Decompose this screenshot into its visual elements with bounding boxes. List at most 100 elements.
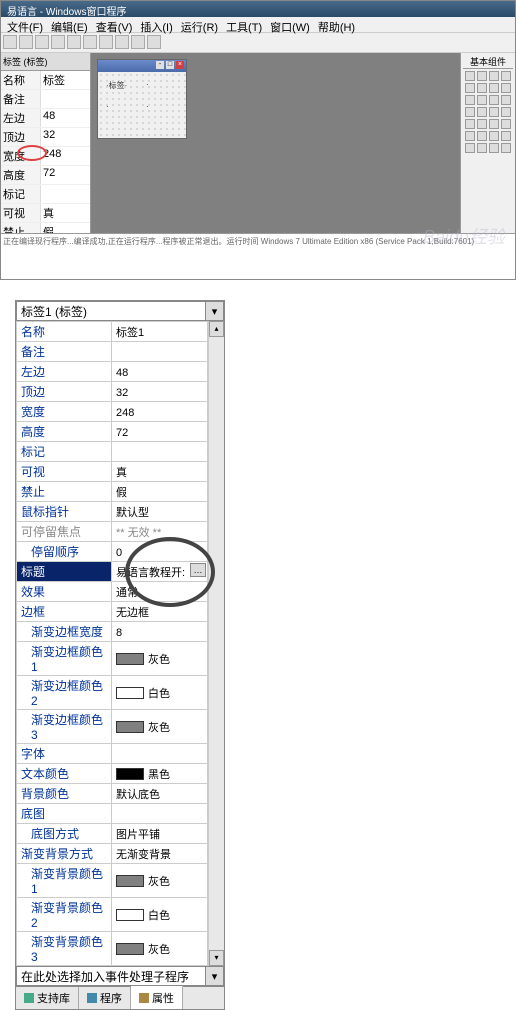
- color-chip: [116, 909, 144, 921]
- left-prop-row[interactable]: 高度72: [1, 166, 90, 185]
- design-handle[interactable]: ·: [146, 102, 149, 111]
- tool-item[interactable]: [477, 143, 487, 153]
- tab-程序[interactable]: 程序: [79, 987, 131, 1009]
- tool-item[interactable]: [489, 83, 499, 93]
- property-row[interactable]: 标记: [17, 442, 208, 462]
- property-row[interactable]: 禁止假: [17, 482, 208, 502]
- tool-item[interactable]: [477, 131, 487, 141]
- tool-item[interactable]: [465, 95, 475, 105]
- tool-item[interactable]: [465, 119, 475, 129]
- tool-item[interactable]: [465, 131, 475, 141]
- property-row[interactable]: 渐变边框颜色2白色: [17, 676, 208, 710]
- property-row[interactable]: 渐变背景颜色1灰色: [17, 864, 208, 898]
- property-row[interactable]: 顶边32: [17, 382, 208, 402]
- property-row[interactable]: 底图: [17, 804, 208, 824]
- design-handle[interactable]: ·: [146, 80, 149, 89]
- minimize-icon[interactable]: -: [156, 61, 164, 69]
- property-row[interactable]: 宽度248: [17, 402, 208, 422]
- menu-item[interactable]: 运行(R): [181, 19, 218, 30]
- menu-item[interactable]: 编辑(E): [51, 19, 88, 30]
- dropdown-button[interactable]: ▾: [205, 967, 223, 985]
- event-selector[interactable]: ▾: [16, 966, 224, 986]
- scroll-up-button[interactable]: ▴: [209, 321, 224, 337]
- tab-支持库[interactable]: 支持库: [16, 987, 79, 1009]
- tool-item[interactable]: [465, 71, 475, 81]
- menu-item[interactable]: 工具(T): [226, 19, 262, 30]
- left-prop-row[interactable]: 禁止假: [1, 223, 90, 233]
- ide-design-surface[interactable]: - □ × ·标签· · · ·: [91, 53, 460, 233]
- ide-toolbox[interactable]: 基本组件: [460, 53, 515, 233]
- tool-item[interactable]: [477, 71, 487, 81]
- maximize-icon[interactable]: □: [166, 61, 174, 69]
- tool-item[interactable]: [501, 131, 511, 141]
- property-row[interactable]: 鼠标指针默认型: [17, 502, 208, 522]
- tool-item[interactable]: [465, 83, 475, 93]
- scroll-down-button[interactable]: ▾: [209, 950, 224, 966]
- tool-item[interactable]: [477, 83, 487, 93]
- property-row[interactable]: 左边48: [17, 362, 208, 382]
- property-row[interactable]: 底图方式图片平铺: [17, 824, 208, 844]
- tool-item[interactable]: [477, 119, 487, 129]
- tool-item[interactable]: [489, 131, 499, 141]
- left-prop-row[interactable]: 可视真: [1, 204, 90, 223]
- menu-item[interactable]: 文件(F): [7, 19, 43, 30]
- scrollbar[interactable]: ▴ ▾: [208, 321, 224, 966]
- left-prop-row[interactable]: 顶边32: [1, 128, 90, 147]
- design-label[interactable]: ·标签·: [106, 80, 127, 91]
- property-row[interactable]: 渐变背景颜色3灰色: [17, 932, 208, 966]
- property-row[interactable]: 效果通常: [17, 582, 208, 602]
- ide-menubar[interactable]: 文件(F) 编辑(E) 查看(V) 插入(I) 运行(R) 工具(T) 窗口(W) 帮助(H): [1, 17, 515, 33]
- ide-toolbar[interactable]: [1, 33, 515, 53]
- left-prop-row[interactable]: 标记: [1, 185, 90, 204]
- tool-item[interactable]: [489, 119, 499, 129]
- property-row[interactable]: 停留顺序0: [17, 542, 208, 562]
- property-row[interactable]: 标题易语言教程开:…: [17, 562, 208, 582]
- left-prop-row[interactable]: 备注: [1, 90, 90, 109]
- event-selector-input[interactable]: [17, 967, 205, 985]
- property-row[interactable]: 边框无边框: [17, 602, 208, 622]
- left-prop-row[interactable]: 名称标签: [1, 71, 90, 90]
- property-row[interactable]: 高度72: [17, 422, 208, 442]
- object-selector[interactable]: ▾: [16, 301, 224, 321]
- tool-item[interactable]: [477, 107, 487, 117]
- tool-item[interactable]: [489, 143, 499, 153]
- tool-item[interactable]: [501, 95, 511, 105]
- tool-item[interactable]: [489, 107, 499, 117]
- property-row[interactable]: 名称标签1: [17, 322, 208, 342]
- design-handle[interactable]: ·: [106, 102, 109, 111]
- property-row[interactable]: 渐变背景方式无渐变背景: [17, 844, 208, 864]
- tool-item[interactable]: [501, 143, 511, 153]
- property-row[interactable]: 背景颜色默认底色: [17, 784, 208, 804]
- property-row[interactable]: 渐变边框颜色1灰色: [17, 642, 208, 676]
- property-row[interactable]: 渐变背景颜色2白色: [17, 898, 208, 932]
- property-grid[interactable]: 名称标签1备注左边48顶边32宽度248高度72标记可视真禁止假鼠标指针默认型可…: [16, 321, 208, 966]
- property-row[interactable]: 文本颜色黑色: [17, 764, 208, 784]
- property-row[interactable]: 渐变边框颜色3灰色: [17, 710, 208, 744]
- menu-item[interactable]: 帮助(H): [318, 19, 355, 30]
- tool-item[interactable]: [465, 143, 475, 153]
- property-row[interactable]: 备注: [17, 342, 208, 362]
- tool-item[interactable]: [501, 119, 511, 129]
- left-prop-row[interactable]: 左边48: [1, 109, 90, 128]
- tool-item[interactable]: [489, 95, 499, 105]
- property-row[interactable]: 可视真: [17, 462, 208, 482]
- property-row[interactable]: 可停留焦点** 无效 **: [17, 522, 208, 542]
- panel-tabs[interactable]: 支持库程序属性: [16, 986, 224, 1009]
- tool-item[interactable]: [465, 107, 475, 117]
- ellipsis-button[interactable]: …: [190, 563, 206, 577]
- menu-item[interactable]: 插入(I): [140, 19, 172, 30]
- object-selector-input[interactable]: [17, 302, 205, 320]
- close-icon[interactable]: ×: [176, 61, 184, 69]
- tab-属性[interactable]: 属性: [131, 986, 183, 1009]
- form-designer[interactable]: - □ × ·标签· · · ·: [97, 59, 187, 139]
- tool-item[interactable]: [501, 107, 511, 117]
- property-row[interactable]: 渐变边框宽度8: [17, 622, 208, 642]
- menu-item[interactable]: 查看(V): [96, 19, 133, 30]
- tool-item[interactable]: [501, 83, 511, 93]
- dropdown-button[interactable]: ▾: [205, 302, 223, 320]
- tool-item[interactable]: [501, 71, 511, 81]
- menu-item[interactable]: 窗口(W): [270, 19, 310, 30]
- property-row[interactable]: 字体: [17, 744, 208, 764]
- tool-item[interactable]: [489, 71, 499, 81]
- tool-item[interactable]: [477, 95, 487, 105]
